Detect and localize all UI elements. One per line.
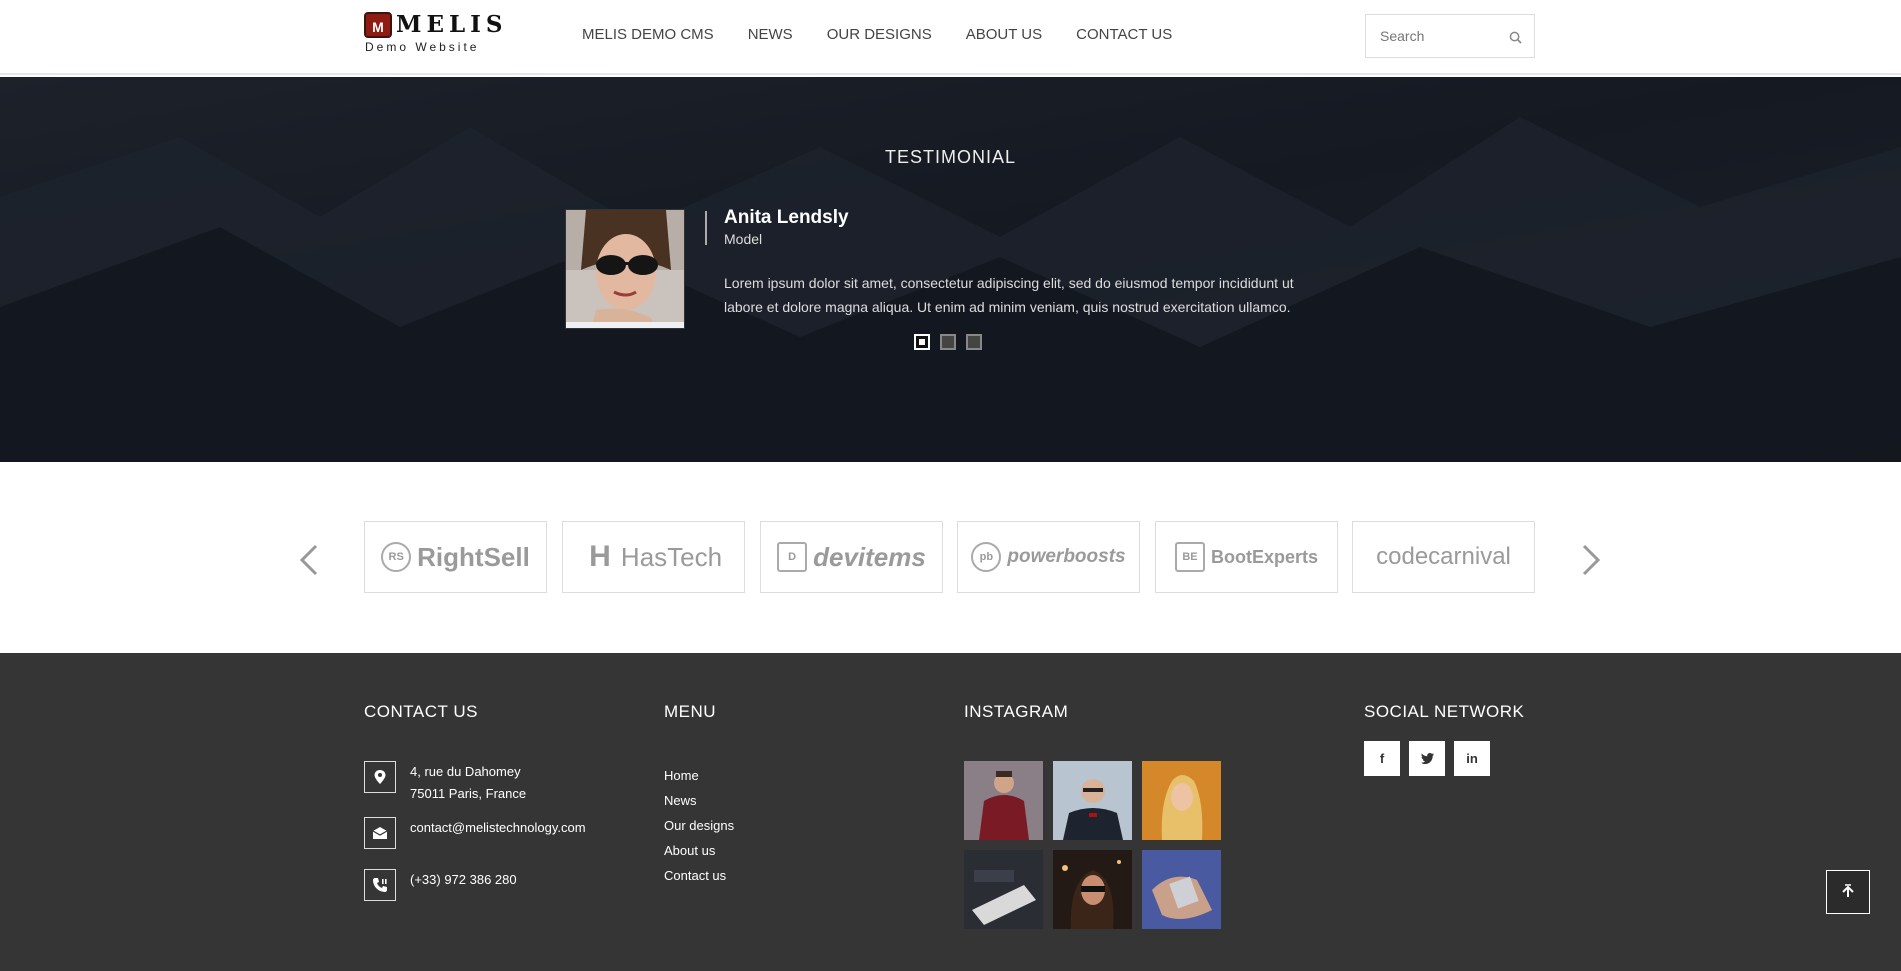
brand-name: codecarnival <box>1376 543 1511 570</box>
back-to-top-button[interactable] <box>1826 870 1870 914</box>
brand-name: powerboosts <box>1007 546 1126 567</box>
facebook-icon[interactable]: f <box>1364 741 1400 776</box>
map-pin-icon <box>364 761 396 793</box>
brand-name: devitems <box>813 541 926 572</box>
instagram-photo-2[interactable] <box>1053 761 1132 840</box>
testimonial-divider <box>705 211 707 245</box>
footer-menu-heading: MENU <box>664 702 717 721</box>
testimonial-title: TESTIMONIAL <box>884 147 1016 167</box>
footer-menu-home[interactable]: Home <box>664 763 734 788</box>
site-footer: CONTACT US 4, rue du Dahomey 75011 Paris… <box>0 653 1901 971</box>
devitems-logo-icon: D <box>777 542 808 572</box>
nav-item-melis-demo-cms[interactable]: MELIS DEMO CMS <box>582 26 714 43</box>
main-nav: MELIS DEMO CMS NEWS OUR DESIGNS ABOUT US… <box>582 26 1206 43</box>
bootexperts-logo-icon: BE <box>1174 542 1205 572</box>
site-header: M MELIS Demo Website MELIS DEMO CMS NEWS… <box>0 0 1901 75</box>
brand-logo-hastech[interactable]: H HasTech <box>562 521 745 593</box>
brand-logo-devitems[interactable]: D devitems <box>760 521 943 593</box>
chevron-right-icon[interactable] <box>1578 542 1604 578</box>
hastech-logo-icon: H <box>589 540 611 573</box>
instagram-photo-4[interactable] <box>964 850 1043 929</box>
logo-subtitle: Demo Website <box>365 40 480 54</box>
footer-menu-news[interactable]: News <box>664 788 734 813</box>
address-line-2: 75011 Paris, France <box>410 786 527 801</box>
testimonial-avatar <box>565 209 685 329</box>
slide-dot-1[interactable] <box>914 334 930 350</box>
brand-name: HasTech <box>620 541 723 572</box>
nav-item-our-designs[interactable]: OUR DESIGNS <box>827 26 932 43</box>
testimonial-quote: Lorem ipsum dolor sit amet, consectetur … <box>724 275 1294 315</box>
phone-number[interactable]: (+33) 972 386 280 <box>410 869 517 891</box>
testimonial-pagination <box>914 334 982 350</box>
testimonial-role: Model <box>724 231 763 247</box>
logo-text: MELIS <box>396 11 508 38</box>
brand-logo-rightsell[interactable]: RS RightSell <box>364 521 547 593</box>
brand-name: BootExperts <box>1210 546 1318 567</box>
slide-dot-2[interactable] <box>940 334 956 350</box>
search-input[interactable] <box>1366 15 1496 57</box>
footer-social-heading: SOCIAL NETWORK <box>1364 702 1525 721</box>
rightsell-logo-icon: RS <box>381 542 412 572</box>
slide-dot-3[interactable] <box>966 334 982 350</box>
envelope-icon <box>364 817 396 849</box>
email-link[interactable]: contact@melistechnology.com <box>410 817 586 839</box>
powerboosts-logo-icon: pb <box>971 542 1002 572</box>
social-links: f in <box>1364 741 1490 776</box>
chevron-left-icon[interactable] <box>296 542 322 578</box>
instagram-grid <box>964 761 1221 929</box>
footer-instagram-heading: INSTAGRAM <box>964 702 1069 721</box>
testimonial-section: TESTIMONIAL Anita Lendsly Model Lorem ip… <box>0 77 1901 462</box>
site-logo[interactable]: M MELIS Demo Website <box>364 10 504 56</box>
nav-item-about-us[interactable]: ABOUT US <box>966 26 1042 43</box>
logo-badge: M <box>364 12 392 38</box>
instagram-photo-1[interactable] <box>964 761 1043 840</box>
brand-logo-powerboosts[interactable]: pb powerboosts <box>957 521 1140 593</box>
nav-item-contact-us[interactable]: CONTACT US <box>1076 26 1172 43</box>
twitter-icon[interactable] <box>1409 741 1445 776</box>
search-box <box>1365 14 1535 58</box>
contact-email: contact@melistechnology.com <box>364 817 586 849</box>
nav-item-news[interactable]: NEWS <box>748 26 793 43</box>
brands-carousel: RS RightSell H HasTech D devitems pb pow… <box>0 462 1901 653</box>
address-line-1: 4, rue du Dahomey <box>410 764 521 779</box>
contact-phone: (+33) 972 386 280 <box>364 869 517 901</box>
search-icon[interactable] <box>1509 31 1522 44</box>
footer-menu: Home News Our designs About us Contact u… <box>664 763 734 888</box>
testimonial-name: Anita Lendsly <box>724 207 849 228</box>
arrow-up-icon <box>1842 884 1854 897</box>
contact-address: 4, rue du Dahomey 75011 Paris, France <box>364 761 526 805</box>
brand-logo-codecarnival[interactable]: codecarnival <box>1352 521 1535 593</box>
instagram-photo-5[interactable] <box>1053 850 1132 929</box>
phone-icon <box>364 869 396 901</box>
linkedin-icon[interactable]: in <box>1454 741 1490 776</box>
instagram-photo-6[interactable] <box>1142 850 1221 929</box>
mountain-background <box>0 117 1901 462</box>
footer-menu-our-designs[interactable]: Our designs <box>664 813 734 838</box>
footer-menu-contact-us[interactable]: Contact us <box>664 863 734 888</box>
footer-menu-about-us[interactable]: About us <box>664 838 734 863</box>
brand-name: RightSell <box>417 541 530 572</box>
footer-contact-heading: CONTACT US <box>364 702 478 721</box>
instagram-photo-3[interactable] <box>1142 761 1221 840</box>
brand-logo-bootexperts[interactable]: BE BootExperts <box>1155 521 1338 593</box>
